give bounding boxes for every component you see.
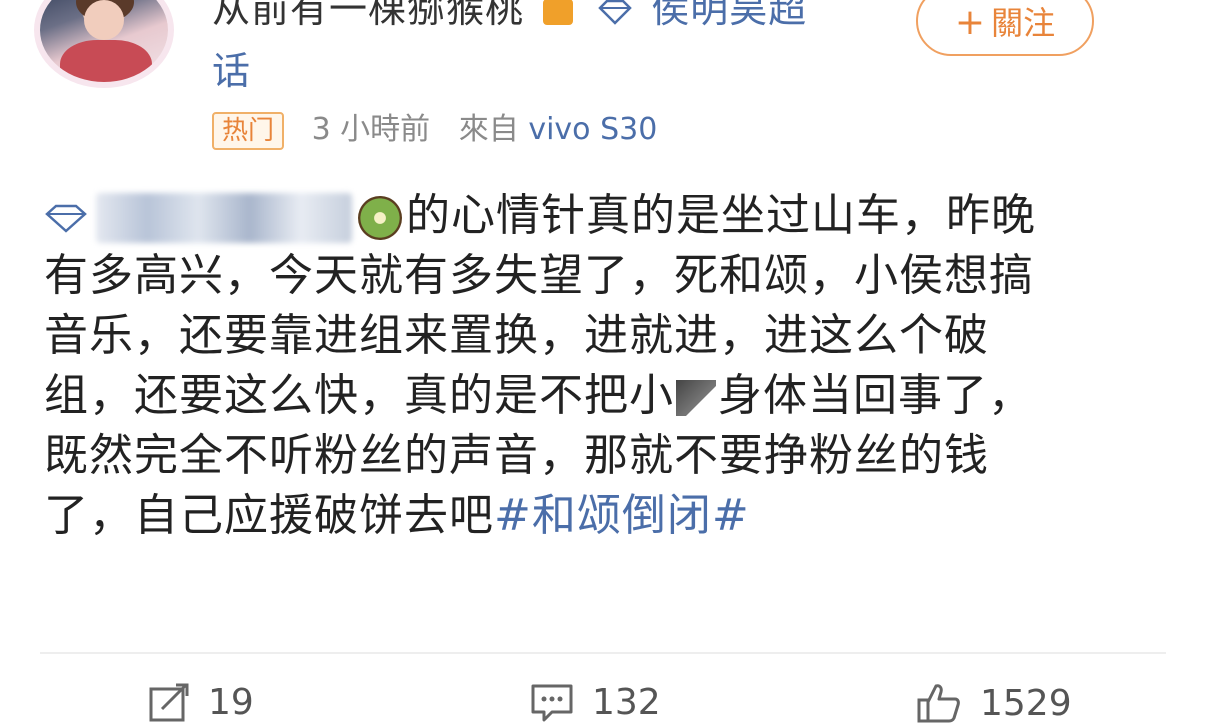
post-text: 的心情针真的是坐过山车，昨晚 (406, 190, 1036, 241)
repost-count: 19 (208, 682, 254, 723)
diamond-icon (598, 0, 632, 25)
user-name-line: 从前有一棵猕猴桃 侯明昊超 (212, 0, 807, 33)
post-line-4: 组，还要这么快，真的是不把小 身体当回事了， (44, 366, 1174, 426)
follow-label: 關注 (991, 4, 1056, 42)
hashtag-link[interactable]: #和颂倒闭# (494, 490, 750, 541)
post-line-6: 了，自己应援破饼去吧#和颂倒闭# (44, 486, 1174, 546)
redaction-smudge (676, 380, 716, 416)
like-count: 1529 (980, 682, 1072, 724)
post-time: 3 小時前 (311, 112, 431, 147)
post-meta: 热门 3 小時前 來自 vivo S30 (212, 104, 657, 150)
repost-icon (149, 683, 189, 721)
user-avatar[interactable] (40, 0, 168, 82)
avatar-shirt (60, 40, 152, 82)
post-text: 身体当回事了， (718, 370, 1033, 421)
post-line-3: 音乐，还要靠进组来置换，进就进，进这么个破 (44, 310, 989, 361)
supertopic-link[interactable]: 侯明昊超 (651, 0, 807, 31)
post-text: 组，还要这么快，真的是不把小 (44, 370, 674, 421)
source-prefix: 來自 (458, 112, 519, 147)
divider (40, 652, 1166, 654)
like-icon (917, 684, 960, 723)
source-device[interactable]: vivo S30 (528, 112, 657, 147)
comment-icon (531, 684, 573, 721)
supertopic-link-cont[interactable]: 话 (212, 40, 250, 95)
post-body: 的心情针真的是坐过山车，昨晚 有多高兴，今天就有多失望了，死和颂，小侯想搞 音乐… (44, 186, 1174, 546)
user-nickname[interactable]: 从前有一棵猕猴桃 (212, 0, 524, 31)
post-line-2: 有多高兴，今天就有多失望了，死和颂，小侯想搞 (44, 250, 1034, 301)
post-line-1: 的心情针真的是坐过山车，昨晚 (44, 186, 1174, 246)
follow-button[interactable]: + 關注 (916, 0, 1094, 56)
repost-button[interactable]: 19 (148, 682, 254, 723)
avatar-face (84, 0, 124, 40)
hot-badge: 热门 (212, 111, 285, 150)
kiwi-icon (358, 196, 402, 240)
diamond-icon (45, 204, 87, 233)
like-button[interactable]: 1529 (916, 682, 1072, 724)
redacted-mention[interactable] (96, 193, 352, 243)
post-text: 了，自己应援破饼去吧 (44, 490, 494, 541)
plus-icon: + (954, 2, 986, 43)
post-line-5: 既然完全不听粉丝的声音，那就不要挣粉丝的钱 (44, 430, 989, 481)
comment-button[interactable]: 132 (530, 682, 661, 723)
crown-icon (543, 0, 574, 25)
comment-count: 132 (592, 682, 661, 723)
